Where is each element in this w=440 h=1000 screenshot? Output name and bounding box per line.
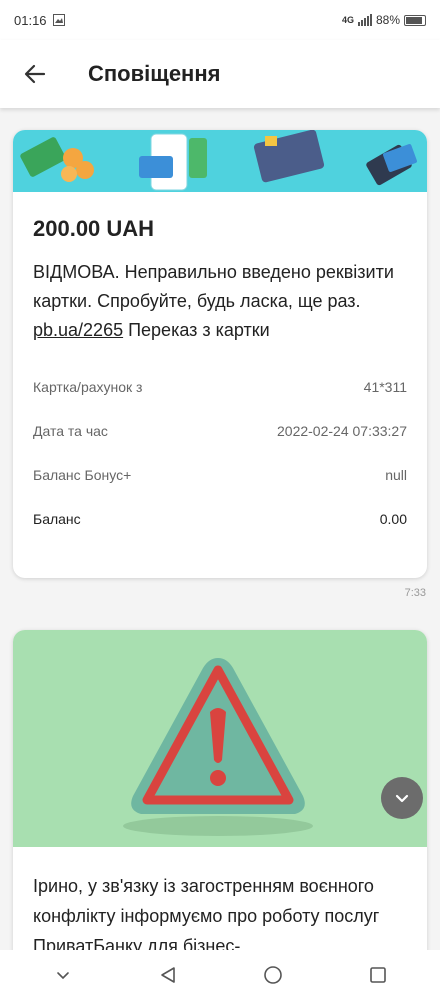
chevron-down-icon xyxy=(56,972,69,980)
notification-card[interactable]: Ірино, у зв'язку із загостренням воєнног… xyxy=(13,630,427,960)
network-label: 4G xyxy=(341,15,354,25)
signal-icon xyxy=(357,14,372,26)
notification-message: Ірино, у зв'язку із загостренням воєнног… xyxy=(33,876,380,956)
message-time: 7:33 xyxy=(404,587,426,599)
status-bar: 01:16 4G 88% xyxy=(0,0,440,40)
status-time: 01:16 xyxy=(14,12,47,28)
message-text-end: Переказ з картки xyxy=(123,320,270,340)
status-right: 4G 88% xyxy=(342,13,426,27)
detail-row: Дата та час 2022-02-24 07:33:27 xyxy=(33,409,407,453)
message-text: ВІДМОВА. Неправильно введено реквізити к… xyxy=(33,262,394,311)
detail-label: Картка/рахунок з xyxy=(33,379,143,395)
app-header: Сповіщення xyxy=(0,40,440,108)
detail-value: null xyxy=(385,467,407,483)
warning-banner-image xyxy=(13,630,427,847)
battery-percent: 88% xyxy=(375,13,400,27)
back-button[interactable] xyxy=(0,40,70,108)
arrow-left-icon xyxy=(24,64,46,84)
home-circle-icon xyxy=(263,966,282,984)
banner-illustration xyxy=(20,130,417,191)
details-table: Картка/рахунок з 41*311 Дата та час 2022… xyxy=(13,345,427,541)
page-title: Сповіщення xyxy=(88,61,221,86)
notifications-list[interactable]: 200.00 UAH ВІДМОВА. Неправильно введено … xyxy=(0,108,440,960)
back-triangle-icon xyxy=(160,967,175,983)
amount: 200.00 UAH xyxy=(33,216,155,241)
scroll-down-button[interactable] xyxy=(381,777,423,819)
battery-icon xyxy=(404,14,426,26)
nav-recents-button[interactable] xyxy=(358,955,398,995)
detail-value: 0.00 xyxy=(379,511,407,527)
gallery-icon xyxy=(52,14,65,26)
system-nav-bar xyxy=(0,950,440,1000)
chevron-down-icon xyxy=(395,794,409,803)
status-left: 01:16 xyxy=(14,13,65,28)
notification-card[interactable]: 200.00 UAH ВІДМОВА. Неправильно введено … xyxy=(13,130,427,578)
detail-row: Баланс Бонус+ null xyxy=(33,453,407,497)
nav-back-button[interactable] xyxy=(148,955,188,995)
detail-label: Баланс xyxy=(33,511,81,527)
detail-value: 41*311 xyxy=(363,379,407,395)
detail-row: Картка/рахунок з 41*311 xyxy=(33,365,407,409)
warning-sign-icon xyxy=(123,658,313,836)
detail-value: 2022-02-24 07:33:27 xyxy=(277,423,407,439)
message-link[interactable]: pb.ua/2265 xyxy=(33,320,123,340)
notification-message: ВІДМОВА. Неправильно введено реквізити к… xyxy=(13,242,427,345)
cards-banner-image xyxy=(13,130,427,192)
detail-label: Баланс Бонус+ xyxy=(33,467,132,483)
nav-home-button[interactable] xyxy=(253,955,293,995)
nav-hide-button[interactable] xyxy=(43,955,83,995)
recents-square-icon xyxy=(369,967,386,983)
detail-row: Баланс 0.00 xyxy=(33,497,407,541)
detail-label: Дата та час xyxy=(33,423,108,439)
